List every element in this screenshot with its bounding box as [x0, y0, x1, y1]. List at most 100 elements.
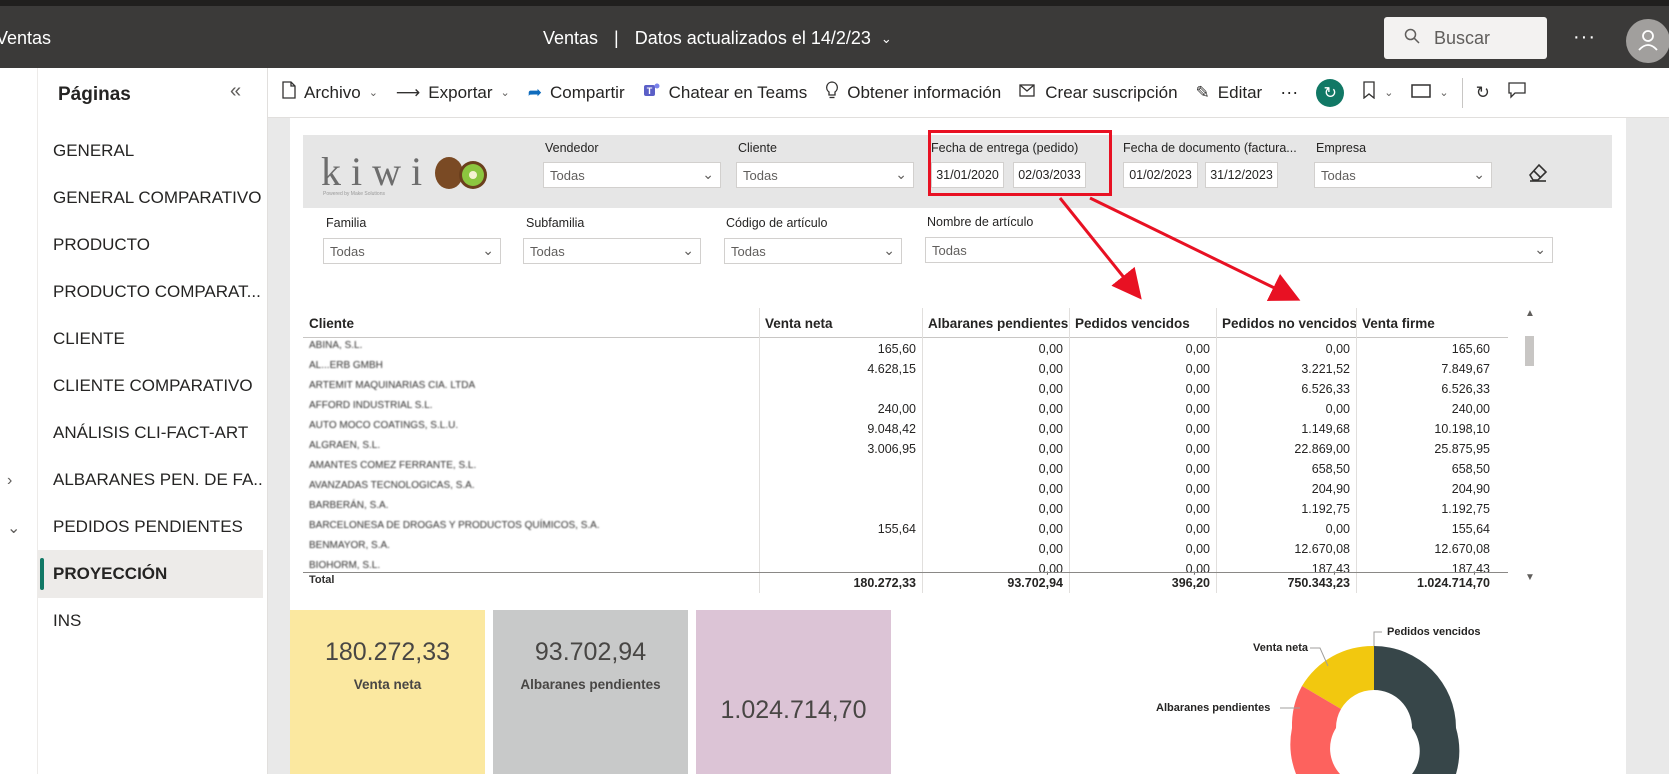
exportar-label: Exportar [428, 82, 493, 102]
table-row[interactable]: BARBERÁN, S.A. 0,00 0,00 1.192,75 1.192,75 [303, 500, 1508, 520]
table-scrollbar[interactable]: ▲ ▼ [1523, 308, 1537, 583]
refresh-button[interactable]: ↻ [1467, 83, 1499, 103]
report-header: Ventas | Datos actualizados el 14/2/23 ⌄ [543, 28, 892, 49]
table-row[interactable]: AUTO MOCO COATINGS, S.L.U. 9.048,42 0,00 0,… [303, 420, 1508, 440]
collapse-icon[interactable]: « [230, 80, 241, 103]
editar-button[interactable]: ✎ Editar [1187, 83, 1272, 103]
card-label: Venta neta [353, 677, 422, 692]
cell-cliente: ARTEMIT MAQUINARIAS CIA. LTDA [309, 380, 476, 391]
app-title[interactable]: Ventas [0, 28, 51, 49]
exportar-menu[interactable]: ⟶ Exportar ⌄ [387, 83, 519, 103]
table-row[interactable]: AMANTES COMEZ FERRANTE, S.L. 0,00 0,00 658,… [303, 460, 1508, 480]
chevron-down-icon[interactable]: ⌄ [881, 31, 892, 47]
search-box[interactable]: Buscar [1384, 17, 1547, 59]
updated-label[interactable]: Datos actualizados el 14/2/23 [635, 28, 871, 49]
col-header-pedidos-vencidos[interactable]: Pedidos vencidos [1069, 308, 1216, 338]
cell-value: 0,00 [1185, 542, 1210, 556]
cell-value: 658,50 [1311, 462, 1350, 476]
view-button[interactable]: ⌄ [1402, 83, 1457, 103]
page-item-proyeccion[interactable]: PROYECCIÓN [38, 550, 263, 598]
chevron-down-icon: ⌄ [1384, 87, 1394, 99]
table-row[interactable]: AVANZADAS TECNOLOGICAS, S.A. 0,00 0,00 204,… [303, 480, 1508, 500]
cell-value: 0,00 [1185, 482, 1210, 496]
pages-title: Páginas [58, 84, 131, 105]
col-header-albaranes[interactable]: Albaranes pendientes [922, 308, 1069, 338]
data-table: Cliente Venta neta Albaranes pendientes … [303, 308, 1518, 593]
report-canvas: kiwi Powered by Make Solutions Vendedor … [268, 118, 1669, 774]
cell-cliente: BARBERÁN, S.A. [309, 500, 389, 511]
page-item-ins[interactable]: INS [38, 597, 263, 645]
separator: | [614, 28, 619, 48]
annotation-arrows [1058, 196, 1301, 301]
cell-cliente: AVANZADAS TECNOLOGICAS, S.A. [309, 480, 475, 491]
cell-value: 0,00 [1185, 382, 1210, 396]
cell-value: 3.006,95 [867, 442, 916, 456]
more-options-icon[interactable]: ··· [1573, 26, 1596, 49]
table-row[interactable]: AL...ERB GMBH 4.628,15 0,00 0,00 3.221,52 7.8… [303, 360, 1508, 380]
chevron-up-icon[interactable]: ▲ [1525, 308, 1535, 319]
cell-value: 1.192,75 [1301, 502, 1350, 516]
cell-value: 0,00 [1185, 342, 1210, 356]
cell-value: 0,00 [1185, 422, 1210, 436]
scroll-thumb[interactable] [1525, 336, 1534, 366]
page-item-producto-comparativo[interactable]: PRODUCTO COMPARAT... [38, 268, 263, 316]
page-item-pedidos-pendientes[interactable]: PEDIDOS PENDIENTES [38, 503, 263, 551]
table-row[interactable]: ALGRAEN, S.L. 3.006,95 0,00 0,00 22.869,00 25… [303, 440, 1508, 460]
cell-value: 0,00 [1038, 362, 1063, 376]
comment-button[interactable] [1499, 81, 1535, 104]
lightbulb-icon [825, 81, 839, 104]
archivo-menu[interactable]: Archivo ⌄ [268, 81, 387, 104]
chevron-right-icon[interactable]: › [7, 472, 12, 490]
cell-cliente: AL...ERB GMBH [309, 360, 383, 371]
card-venta-neta: 180.272,33 Venta neta [290, 610, 485, 774]
cell-value: 0,00 [1038, 482, 1063, 496]
chevron-down-icon[interactable]: ▼ [1525, 572, 1535, 583]
cell-value: 9.048,42 [867, 422, 916, 436]
cell-value: 0,00 [1185, 522, 1210, 536]
cell-value: 0,00 [1038, 382, 1063, 396]
page-item-general[interactable]: GENERAL [38, 127, 263, 175]
table-row[interactable]: ABINA, S.L. 165,60 0,00 0,00 0,00 165,60 [303, 340, 1508, 360]
cell-value: 240,00 [877, 402, 916, 416]
share-icon: ➦ [527, 82, 542, 102]
compartir-button[interactable]: ➦ Compartir [519, 83, 634, 103]
more-icon[interactable]: ··· [1271, 82, 1307, 103]
chevron-down-icon[interactable]: ⌄ [7, 518, 20, 538]
cell-value: 25.875,95 [1434, 442, 1490, 456]
reset-icon: ↻ [1316, 78, 1345, 107]
cell-value: 204,90 [1311, 482, 1350, 496]
bookmark-button[interactable]: ⌄ [1353, 81, 1402, 104]
card-venta-firme: 1.024.714,70 [696, 610, 891, 774]
col-header-venta-neta[interactable]: Venta neta [759, 308, 922, 338]
editar-label: Editar [1217, 82, 1263, 102]
page-item-cliente[interactable]: CLIENTE [38, 315, 263, 363]
reset-button[interactable]: ↻ [1307, 78, 1353, 107]
col-header-cliente[interactable]: Cliente [303, 308, 759, 338]
page-item-analisis[interactable]: ANÁLISIS CLI-FACT-ART [38, 409, 263, 457]
cell-value: 6.526,33 [1441, 382, 1490, 396]
toolbar: Archivo ⌄ ⟶ Exportar ⌄ ➦ Compartir T Cha… [268, 68, 1669, 118]
table-row[interactable]: BENMAYOR, S.A. 0,00 0,00 12.670,08 12.670,08 [303, 540, 1508, 560]
file-icon [282, 81, 296, 104]
pencil-icon: ✎ [1195, 82, 1210, 102]
cell-value: 204,90 [1451, 482, 1490, 496]
page-item-general-comparativo[interactable]: GENERAL COMPARATIVO [38, 174, 263, 222]
cell-value: 0,00 [1038, 342, 1063, 356]
teams-button[interactable]: T Chatear en Teams [634, 81, 817, 104]
table-row[interactable]: BARCELONESA DE DROGAS Y PRODUCTOS QUÍMIC… [303, 520, 1508, 540]
search-icon [1404, 28, 1420, 49]
page-item-albaranes[interactable]: ALBARANES PEN. DE FA... [38, 456, 263, 504]
table-row[interactable]: AFFORD INDUSTRIAL S.L. 240,00 0,00 0,00 0,00… [303, 400, 1508, 420]
cell-cliente: ALGRAEN, S.L. [309, 440, 381, 451]
cell-value: 240,00 [1451, 402, 1490, 416]
col-header-venta-firme[interactable]: Venta firme [1356, 308, 1496, 338]
avatar[interactable] [1626, 19, 1669, 63]
suscripcion-button[interactable]: Crear suscripción [1010, 82, 1186, 103]
leader-line [1373, 631, 1382, 646]
col-header-pedidos-no-vencidos[interactable]: Pedidos no vencidos [1216, 308, 1357, 338]
page-item-producto[interactable]: PRODUCTO [38, 221, 263, 269]
table-row[interactable]: ARTEMIT MAQUINARIAS CIA. LTDA 0,00 0,00 6.5… [303, 380, 1508, 400]
page-item-cliente-comparativo[interactable]: CLIENTE COMPARATIVO [38, 362, 263, 410]
info-button[interactable]: Obtener información [816, 81, 1010, 104]
comment-icon [1508, 81, 1526, 104]
